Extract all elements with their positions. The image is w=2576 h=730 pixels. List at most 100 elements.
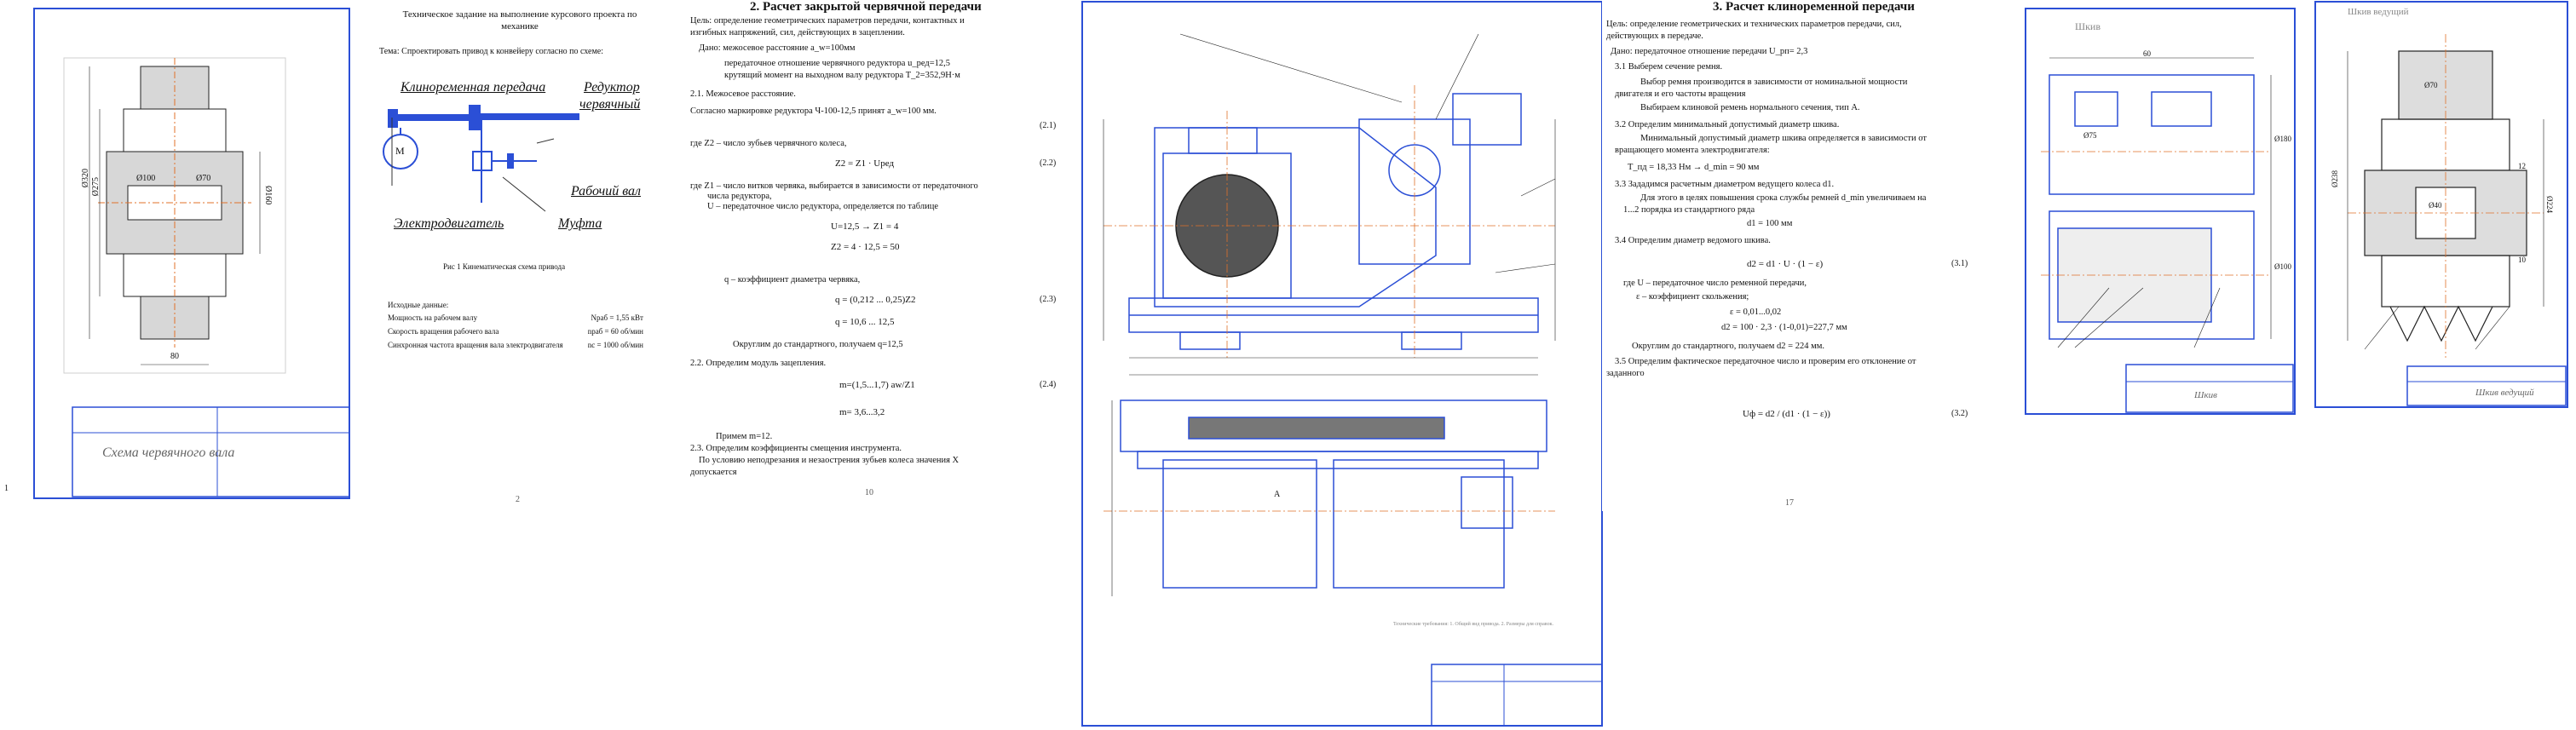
source-data-list: Мощность на рабочем валу Nраб = 1,55 кВт… <box>388 313 643 354</box>
formula: q = (0,212 ... 0,25)Z2 <box>835 295 916 305</box>
source-value: nc = 1000 об/мин <box>587 341 643 349</box>
text-line: передаточное отношение червячного редукт… <box>724 59 950 68</box>
text-line: Выбираем клиновой ремень нормального сеч… <box>1640 103 1860 112</box>
text-line: Округлим до стандартного, получаем q=12,… <box>733 340 903 349</box>
sheet-belt-calc: 3. Расчет клиноременной передачи Цель: о… <box>1602 0 1985 511</box>
text-line: допускается <box>690 468 737 477</box>
label-coupling: Муфта <box>558 216 602 231</box>
text-line: где Z2 – число зубьев червячного колеса, <box>690 139 847 148</box>
label-motor: Электродвигатель <box>394 216 504 231</box>
sheet-drive-assembly: Технические требования: 1. Общий вид при… <box>1078 0 1606 728</box>
text-line: 3.2 Определим минимальный допустимый диа… <box>1615 120 1840 129</box>
text-line: U – передаточное число редуктора, опреде… <box>707 202 939 211</box>
sheet-drawing-shaft: Ø320 Ø275 Ø160 80 Ø100 Ø70 Схема червячн… <box>4 7 354 501</box>
section-title: 2. Расчет закрытой червячной передачи <box>750 0 982 14</box>
text-line: 2.3. Определим коэффициенты смещения инс… <box>690 444 902 453</box>
text-line: изгибных напряжений, сил, действующих в … <box>690 28 905 37</box>
task-header: Техническое задание на выполнение курсов… <box>402 9 637 32</box>
equation-number: (2.1) <box>1040 121 1057 130</box>
formula: U=12,5 → Z1 = 4 <box>831 221 899 232</box>
formula: Z2 = 4 · 12,5 = 50 <box>831 242 900 252</box>
text-line: Выбор ремня производится в зависимости о… <box>1640 78 1908 87</box>
source-value: Nраб = 1,55 кВт <box>591 313 643 322</box>
source-row: Синхронная частота вращения вала электро… <box>388 341 643 354</box>
text-line: 3.4 Определим диаметр ведомого шкива. <box>1615 236 1771 245</box>
formula: m= 3,6...3,2 <box>839 407 885 417</box>
page-number: 10 <box>865 488 873 497</box>
drawing-label: Шкив ведущий <box>2348 7 2409 17</box>
pulley-drawing <box>2025 8 2296 415</box>
text-line: Дано: передаточное отношение передачи U_… <box>1611 47 1808 56</box>
source-label: Скорость вращения рабочего вала <box>388 327 499 336</box>
text-line: заданного <box>1606 369 1645 378</box>
text-line: Цель: определение геометрических парамет… <box>690 16 965 26</box>
dim-label: Ø238 <box>2331 170 2339 187</box>
dim-label: Ø70 <box>196 174 211 183</box>
text-line: Согласно маркировке редуктора Ч-100-12,5… <box>690 106 936 116</box>
text-line: 1...2 порядка из стандартного ряда <box>1623 205 1755 215</box>
text-line: ε – коэффициент скольжения; <box>1636 292 1749 302</box>
equation-number: (3.1) <box>1951 259 1968 268</box>
dim-label: Ø100 <box>2274 262 2291 271</box>
text-line: Минимальный допустимый диаметр шкива опр… <box>1640 134 1927 143</box>
text-line: вращающего момента электродвигателя: <box>1615 146 1770 155</box>
formula: Uф = d2 / (d1 · (1 − ε)) <box>1743 409 1830 419</box>
dim-label: Ø160 <box>263 186 273 205</box>
motor-symbol: М <box>395 145 405 157</box>
text-line: Округлим до стандартного, получаем d2 = … <box>1632 342 1824 351</box>
sheet-worm-gear-calc: 2. Расчет закрытой червячной передачи Це… <box>682 0 1074 503</box>
text-line: d1 = 100 мм <box>1747 219 1793 228</box>
shaft-drawing <box>33 8 350 499</box>
dim-label: 10 <box>2518 256 2526 264</box>
task-theme: Тема: Спроектировать привод к конвейеру … <box>379 47 603 56</box>
equation-number: (2.3) <box>1040 295 1057 304</box>
equation-number: (2.4) <box>1040 380 1057 389</box>
text-line: 3.3 Зададимся расчетным диаметром ведуще… <box>1615 180 1835 189</box>
text-line: Цель: определение геометрических и техни… <box>1606 20 1902 29</box>
text-line: крутящий момент на выходном валу редукто… <box>724 71 960 80</box>
assembly-drawing <box>1081 1 1603 727</box>
dim-label: Ø180 <box>2274 135 2291 143</box>
sheet-marker: 1 <box>4 484 9 493</box>
stamp-title: Схема червячного вала <box>102 445 235 460</box>
dim-label: Ø224 <box>2545 196 2554 213</box>
text-line: двигателя и его частоты вращения <box>1615 89 1746 99</box>
text-line: Дано: межосевое расстояние a_w=100мм <box>699 43 856 53</box>
dim-label: 60 <box>2143 49 2151 58</box>
source-label: Синхронная частота вращения вала электро… <box>388 341 563 349</box>
section-marker: A <box>1274 490 1281 499</box>
dim-label: Ø275 <box>91 177 101 197</box>
drawing-label: Шкив <box>2075 20 2101 32</box>
figure-caption: Рис 1 Кинематическая схема привода <box>443 262 566 271</box>
label-reducer-type: червячный <box>579 97 641 112</box>
text-line: ε = 0,01...0,02 <box>1730 308 1782 317</box>
text-line: d2 = 100 · 2,3 · (1-0,01)=227,7 мм <box>1721 323 1847 332</box>
text-line: По условию неподрезания и незаострения з… <box>699 456 960 465</box>
text-line: 3.5 Определим фактическое передаточное ч… <box>1615 357 1916 366</box>
text-line: Примем m=12. <box>716 432 773 441</box>
text-line: 2.2. Определим модуль зацепления. <box>690 359 827 368</box>
source-value: nраб = 60 об/мин <box>587 327 643 336</box>
formula: Z2 = Z1 · Uред <box>835 158 895 169</box>
text-line: q – коэффициент диаметра червяка, <box>724 275 861 285</box>
page-number: 2 <box>516 495 520 504</box>
formula: m=(1,5...1,7) aw/Z1 <box>839 380 915 390</box>
label-belt-drive: Клиноременная передача <box>401 80 546 95</box>
sheet-driving-pulley: Шкив ведущий Шкив ведущий Ø238 Ø224 Ø40 … <box>2314 0 2569 409</box>
stamp-title: Шкив <box>2194 390 2217 400</box>
source-row: Мощность на рабочем валу Nраб = 1,55 кВт <box>388 313 643 327</box>
section-title: 3. Расчет клиноременной передачи <box>1713 0 1915 14</box>
label-work-shaft: Рабочий вал <box>571 184 642 198</box>
text-line: где U – передаточное число ременной пере… <box>1623 279 1807 288</box>
technical-notes: Технические требования: 1. Общий вид при… <box>1393 622 1554 627</box>
dim-label: 80 <box>170 352 179 361</box>
text-line: действующих в передаче. <box>1606 32 1703 41</box>
sheet-technical-task: Техническое задание на выполнение курсов… <box>375 7 656 504</box>
dim-label: Ø100 <box>136 174 156 183</box>
dim-label: 12 <box>2518 162 2526 170</box>
dim-label: Ø320 <box>81 169 90 188</box>
dim-label: Ø40 <box>2429 201 2442 210</box>
label-reducer: Редуктор <box>584 80 640 95</box>
equation-number: (3.2) <box>1951 409 1968 418</box>
sheet-pulley: Шкив Шкив Ø180 Ø100 60 Ø75 <box>2024 7 2297 416</box>
